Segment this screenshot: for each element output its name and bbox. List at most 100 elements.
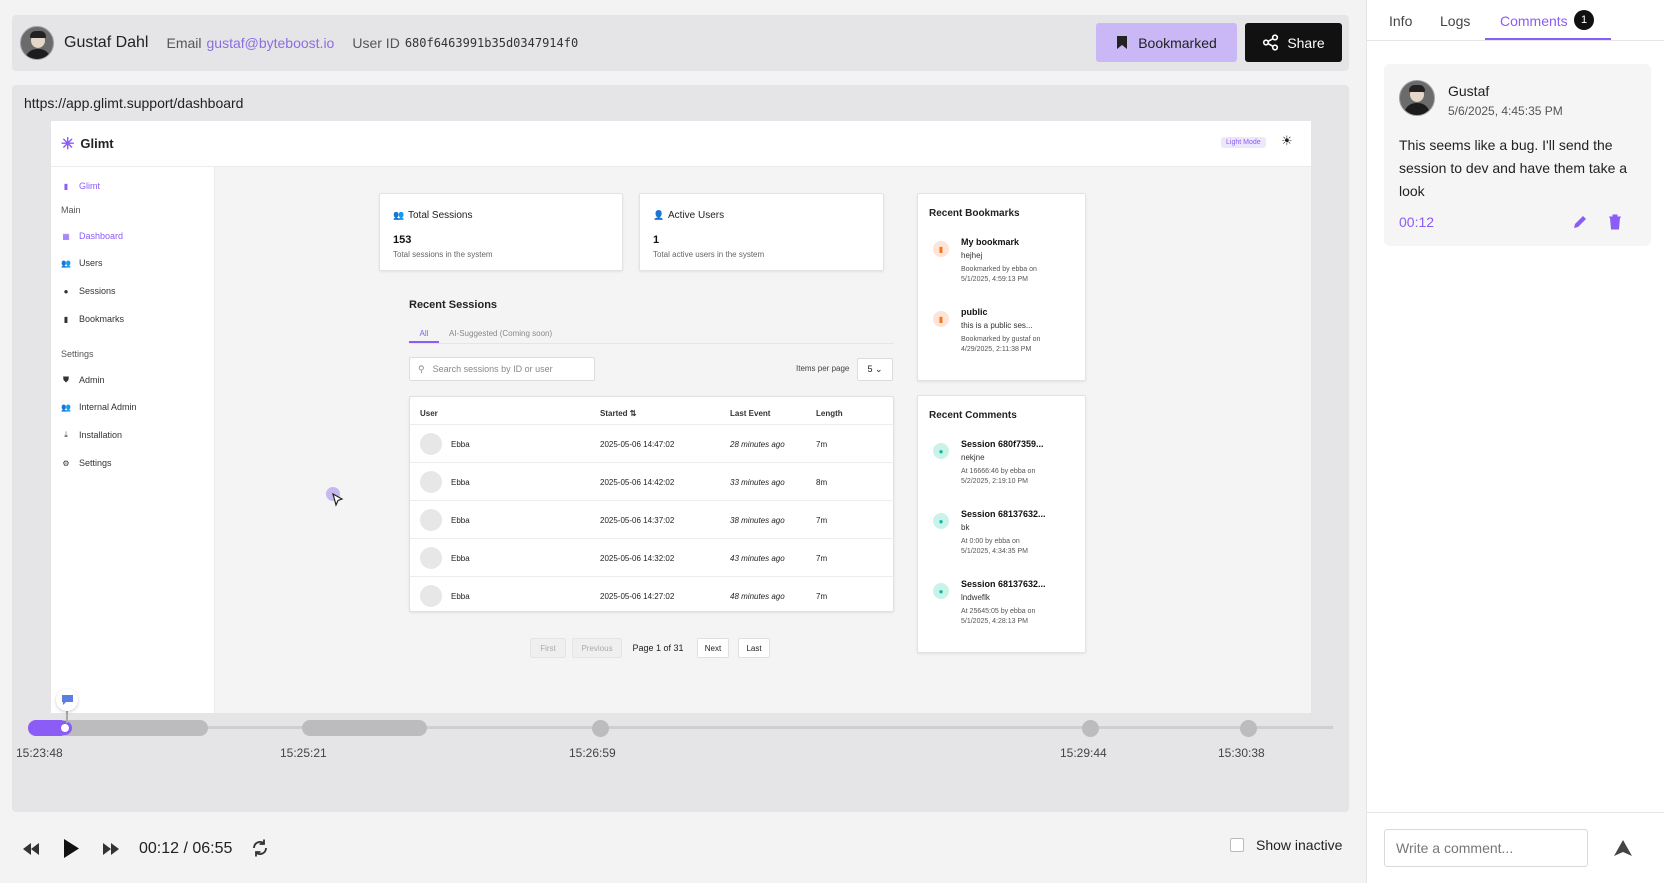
stat-card-total-sessions: 👥 Total Sessions 153 Total sessions in t… bbox=[379, 193, 623, 271]
bookmark-icon: ▮ bbox=[63, 314, 69, 324]
recent-comments-card: Recent Comments ● Session 680f7359... ne… bbox=[917, 395, 1086, 653]
cell-user: Ebba bbox=[451, 592, 470, 601]
sidebar-item-label: Internal Admin bbox=[79, 402, 137, 412]
edit-icon[interactable] bbox=[1572, 214, 1588, 230]
app-logo: ✳ Glimt bbox=[61, 134, 114, 154]
user-avatar bbox=[20, 26, 54, 60]
users-icon: 👥 bbox=[61, 258, 71, 268]
tab-info[interactable]: Info bbox=[1389, 13, 1412, 29]
pager-last: Last bbox=[738, 638, 770, 658]
sidebar-section-main: Main bbox=[61, 205, 81, 215]
send-icon[interactable] bbox=[1613, 839, 1633, 857]
bookmark-desc: hejhej bbox=[961, 251, 983, 260]
tab-logs[interactable]: Logs bbox=[1440, 13, 1470, 29]
sidebar-item-bookmarks: ▮ Bookmarks bbox=[61, 314, 124, 324]
play-icon[interactable] bbox=[62, 838, 80, 859]
avatar bbox=[420, 585, 442, 607]
grid-icon: ▦ bbox=[62, 231, 70, 241]
share-label: Share bbox=[1287, 34, 1325, 51]
replay-url: https://app.glimt.support/dashboard bbox=[24, 95, 244, 111]
sidebar-brand: ▮ Glimt bbox=[61, 181, 100, 191]
cell-length: 8m bbox=[816, 478, 828, 487]
sun-icon: ☀ bbox=[1281, 133, 1293, 148]
table-row: Ebba 2025-05-06 14:47:02 28 minutes ago … bbox=[410, 424, 895, 462]
replay-timeline[interactable]: 15:23:48 15:25:21 15:26:59 15:29:44 15:3… bbox=[12, 685, 1349, 812]
cell-last-event: 38 minutes ago bbox=[730, 516, 785, 525]
sidebar-item-label: Dashboard bbox=[79, 231, 124, 241]
items-per-page-select: 5 ⌄ bbox=[857, 358, 893, 381]
recent-sessions-title: Recent Sessions bbox=[409, 299, 498, 311]
sessions-table: User Started ⇅ Last Event Length Ebba 20… bbox=[409, 396, 895, 612]
cell-length: 7m bbox=[816, 592, 828, 601]
comment-icon: ● bbox=[933, 443, 949, 459]
timeline-track[interactable] bbox=[28, 726, 1333, 729]
timeline-scrubber-handle[interactable] bbox=[58, 721, 72, 735]
column-header-user: User bbox=[420, 409, 438, 418]
user-email-link[interactable]: gustaf@byteboost.io bbox=[207, 35, 335, 51]
pager-page-indicator: Page 1 of 31 bbox=[632, 643, 684, 653]
comment-marker-line bbox=[66, 711, 68, 723]
comment-input[interactable] bbox=[1384, 829, 1588, 867]
replay-viewport[interactable]: ✳ Glimt Light Mode ☀ ▮ Glimt Main ▦ Dash… bbox=[51, 121, 1311, 713]
avatar bbox=[420, 471, 442, 493]
shield-icon: ⛊ bbox=[63, 375, 69, 384]
recent-comments-title: Recent Comments bbox=[929, 410, 1017, 421]
comment-meta: At 16666:46 by ebba on 5/2/2025, 2:19:10… bbox=[961, 468, 1036, 485]
comment-session: Session 68137632... bbox=[961, 509, 1046, 519]
avatar bbox=[420, 509, 442, 531]
comment-meta: At 0:00 by ebba on 5/1/2025, 4:34:35 PM bbox=[961, 538, 1028, 555]
cell-started: 2025-05-06 14:37:02 bbox=[600, 516, 675, 525]
user-name: Gustaf Dahl bbox=[64, 34, 149, 51]
stat-desc: Total active users in the system bbox=[653, 250, 765, 259]
replay-loop-icon[interactable] bbox=[250, 838, 270, 858]
bookmark-name: My bookmark bbox=[961, 237, 1020, 247]
share-button[interactable]: Share bbox=[1245, 23, 1342, 62]
bookmark-icon: ▮ bbox=[933, 241, 949, 257]
cell-user: Ebba bbox=[451, 440, 470, 449]
sidebar-brand-label: Glimt bbox=[79, 181, 100, 191]
recent-bookmarks-card: Recent Bookmarks ▮ My bookmark hejhej Bo… bbox=[917, 193, 1086, 381]
table-row: Ebba 2025-05-06 14:32:02 43 minutes ago … bbox=[410, 538, 895, 576]
app-logo-text: Glimt bbox=[80, 136, 114, 151]
sidebar-item-label: Bookmarks bbox=[79, 314, 125, 324]
search-placeholder: Search sessions by ID or user bbox=[432, 364, 553, 374]
tab-all: All bbox=[409, 323, 439, 343]
sort-icon: ⇅ bbox=[629, 409, 637, 418]
gear-icon: ⚙ bbox=[62, 458, 70, 468]
avatar bbox=[420, 547, 442, 569]
comment-icon: ● bbox=[933, 583, 949, 599]
comment-bubble-icon bbox=[61, 695, 73, 705]
comment-text: nekjne bbox=[961, 453, 985, 462]
items-per-page-label: Items per page bbox=[796, 364, 850, 373]
timeline-label: 15:30:38 bbox=[1218, 746, 1265, 760]
activity-marker bbox=[592, 720, 609, 737]
rewind-icon[interactable] bbox=[21, 842, 41, 856]
user-bar: Gustaf Dahl Email gustaf@byteboost.io Us… bbox=[12, 15, 1349, 71]
sidebar-item-users: 👥 Users bbox=[61, 258, 103, 268]
pager-first: First bbox=[530, 638, 566, 658]
stat-card-active-users: 👤 Active Users 1 Total active users in t… bbox=[639, 193, 884, 271]
activity-marker bbox=[1082, 720, 1099, 737]
cell-started: 2025-05-06 14:27:02 bbox=[600, 592, 675, 601]
sidebar-section-settings: Settings bbox=[61, 349, 94, 359]
trash-icon[interactable] bbox=[1608, 214, 1622, 230]
comment-timestamp-link[interactable]: 00:12 bbox=[1399, 214, 1434, 230]
cell-length: 7m bbox=[816, 440, 828, 449]
column-header-length: Length bbox=[816, 409, 843, 418]
column-header-last-event: Last Event bbox=[730, 409, 771, 418]
fast-forward-icon[interactable] bbox=[101, 842, 121, 856]
user-id-label: User ID bbox=[352, 35, 400, 51]
column-header-started-label: Started bbox=[600, 409, 628, 418]
show-inactive-checkbox[interactable] bbox=[1230, 838, 1244, 852]
timeline-label: 15:23:48 bbox=[16, 746, 63, 760]
items-per-page-value: 5 bbox=[867, 364, 873, 374]
stat-title: Total Sessions bbox=[408, 210, 473, 221]
app-topbar: ✳ Glimt Light Mode ☀ bbox=[51, 121, 1311, 167]
timeline-comment-marker[interactable] bbox=[56, 689, 78, 711]
sidebar-item-label: Admin bbox=[79, 375, 105, 385]
bookmarked-button[interactable]: Bookmarked bbox=[1096, 23, 1237, 62]
cell-last-event: 33 minutes ago bbox=[730, 478, 785, 487]
cell-last-event: 48 minutes ago bbox=[730, 592, 785, 601]
show-inactive-label: Show inactive bbox=[1256, 837, 1343, 853]
tab-comments[interactable]: Comments bbox=[1500, 13, 1568, 29]
